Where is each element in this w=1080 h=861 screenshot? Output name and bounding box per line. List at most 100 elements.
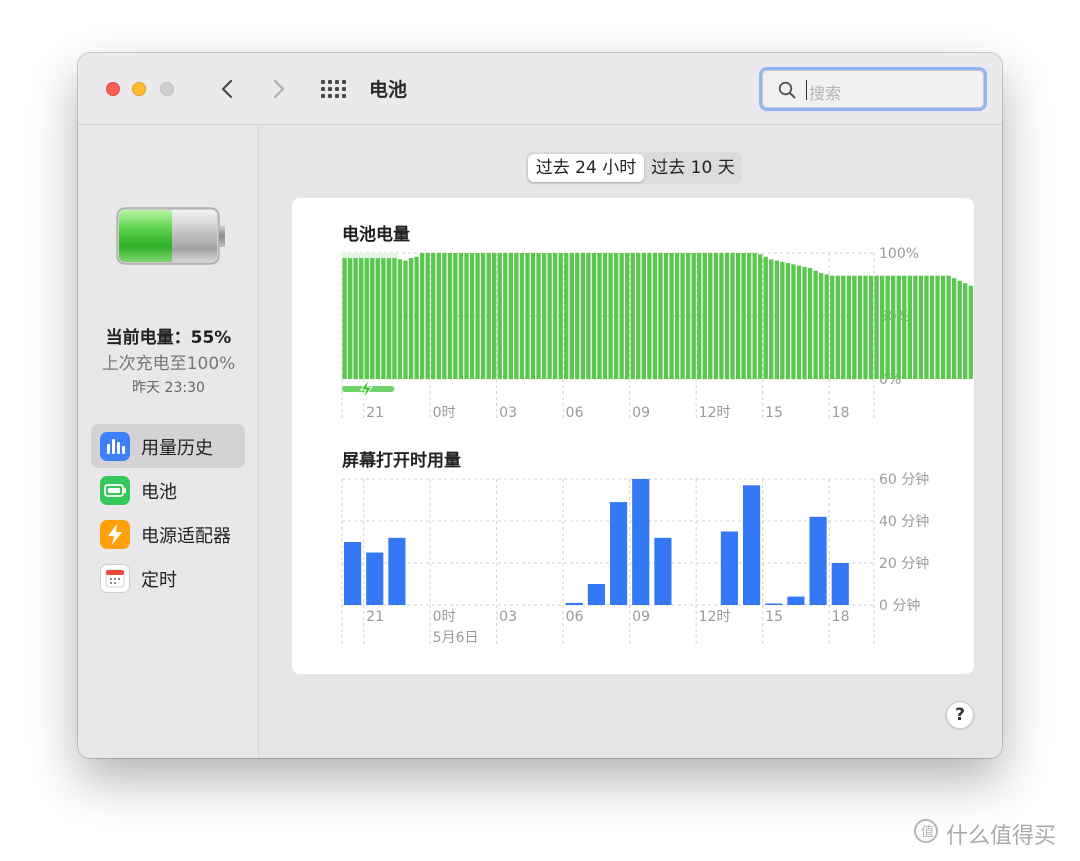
close-button[interactable]: [106, 82, 120, 96]
x-tick-label: 09: [632, 405, 650, 421]
sidebar-item-usage-history[interactable]: 用量历史: [91, 424, 245, 468]
battery-level-bar: [802, 266, 807, 379]
bar-chart-icon: [100, 432, 130, 461]
x-tick-label: 12时: [699, 609, 731, 625]
battery-level-bar: [824, 274, 829, 379]
battery-level-bar: [913, 275, 918, 379]
time-range-segmented-control: 过去 24 小时 过去 10 天: [526, 152, 742, 184]
usage-bar: [765, 603, 783, 605]
x-tick-label: 18: [832, 609, 850, 625]
battery-level-bar: [663, 253, 669, 379]
battery-level-bar: [719, 253, 724, 379]
battery-level-bar: [752, 253, 757, 379]
usage-bar: [366, 552, 384, 605]
sidebar-item-power-adapter[interactable]: 电源适配器: [91, 512, 245, 556]
calendar-icon: [100, 564, 130, 593]
sidebar-item-schedule[interactable]: 定时: [91, 556, 245, 600]
x-tick-label: 03: [499, 609, 517, 625]
usage-bar: [344, 542, 362, 605]
tab-last-10-days[interactable]: 过去 10 天: [646, 154, 740, 182]
tab-last-24-hours[interactable]: 过去 24 小时: [528, 154, 644, 182]
battery-level-bar: [946, 275, 951, 379]
battery-level-bar: [669, 253, 674, 379]
x-tick-label: 21: [366, 609, 384, 625]
battery-level-bar: [924, 275, 929, 379]
battery-level-bar: [957, 280, 962, 379]
battery-level-bar: [758, 254, 763, 379]
battery-level-bar: [830, 275, 835, 379]
usage-bar: [388, 537, 406, 605]
battery-level-bar: [503, 253, 508, 379]
last-charged-level: 上次充电至100%: [101, 354, 236, 374]
battery-level-bar: [447, 253, 453, 379]
y-tick-label: 20 分钟: [879, 555, 929, 572]
usage-bar: [632, 479, 650, 605]
x-tick-label: 0时: [433, 405, 456, 421]
battery-level-bar: [697, 253, 702, 379]
zoom-button[interactable]: [160, 82, 174, 96]
forward-button[interactable]: [266, 75, 292, 103]
battery-level-bar: [530, 253, 536, 379]
battery-level-bar: [414, 256, 419, 379]
battery-level-bar: [364, 258, 369, 379]
chart-title: 屏幕打开时用量: [342, 450, 461, 471]
battery-level-bar: [419, 253, 425, 379]
battery-level-bar: [769, 259, 774, 379]
battery-level-bar: [641, 253, 646, 379]
battery-level-bar: [879, 275, 885, 379]
battery-level-bar: [613, 253, 619, 379]
y-tick-label: 40 分钟: [879, 513, 929, 530]
usage-bar: [720, 531, 738, 605]
help-button[interactable]: ?: [946, 701, 974, 729]
battery-level-bar: [464, 253, 469, 379]
battery-level-bar: [902, 275, 907, 379]
text-caret: [806, 80, 807, 100]
battery-level-bar: [907, 275, 912, 379]
sidebar-item-label: 电源适配器: [141, 526, 231, 547]
battery-level-bar: [796, 265, 802, 379]
battery-level-bar: [342, 258, 347, 379]
battery-level-bar: [569, 253, 574, 379]
usage-bar: [831, 563, 849, 605]
battery-level-bar: [453, 253, 458, 379]
usage-charts-panel: 电池电量100%50%0%210时03060912时1518屏幕打开时用量60 …: [292, 198, 1002, 674]
battery-level-bar: [519, 253, 525, 379]
battery-level-bar: [630, 253, 635, 379]
battery-level-bar: [408, 258, 414, 379]
battery-level-bar: [370, 258, 375, 379]
battery-level-bar: [680, 253, 685, 379]
window-title: 电池: [369, 79, 408, 101]
lightning-icon: [100, 520, 130, 549]
current-battery-level: 当前电量：55%: [105, 328, 232, 348]
chevron-left-icon: [221, 79, 233, 99]
battery-level-bar: [807, 268, 813, 379]
battery-level-bar: [347, 258, 353, 379]
battery-level-bar: [564, 253, 569, 379]
battery-level-bar: [713, 253, 719, 379]
sidebar-item-battery[interactable]: 电池: [91, 468, 245, 512]
battery-level-bar: [874, 275, 879, 379]
title-bar: 电池 搜索: [78, 53, 1002, 125]
battery-level-bar: [896, 275, 901, 379]
battery-level-bar: [442, 253, 447, 379]
x-tick-label: 15: [765, 405, 783, 421]
search-field[interactable]: 搜索: [759, 67, 987, 111]
battery-level-bar: [386, 258, 392, 379]
battery-level-bar: [397, 259, 403, 379]
battery-level-bar: [436, 253, 441, 379]
battery-level-bar: [730, 253, 735, 379]
minimize-button[interactable]: [132, 82, 146, 96]
battery-level-bar: [951, 278, 957, 379]
sidebar: 当前电量：55% 上次充电至100% 昨天 23:30 用量历史 电池 电源适配…: [78, 125, 259, 758]
last-charged-time: 昨天 23:30: [132, 380, 205, 396]
x-tick-label: 09: [632, 609, 650, 625]
battery-level-bar: [514, 253, 519, 379]
back-button[interactable]: [214, 75, 240, 103]
battery-level-bar: [381, 258, 386, 379]
battery-level-bar: [702, 253, 707, 379]
show-all-grid-icon[interactable]: [321, 80, 347, 98]
battery-level-bar: [619, 253, 624, 379]
battery-level-bar: [469, 253, 475, 379]
x-tick-label: 06: [566, 405, 584, 421]
battery-level-bar: [558, 253, 563, 379]
